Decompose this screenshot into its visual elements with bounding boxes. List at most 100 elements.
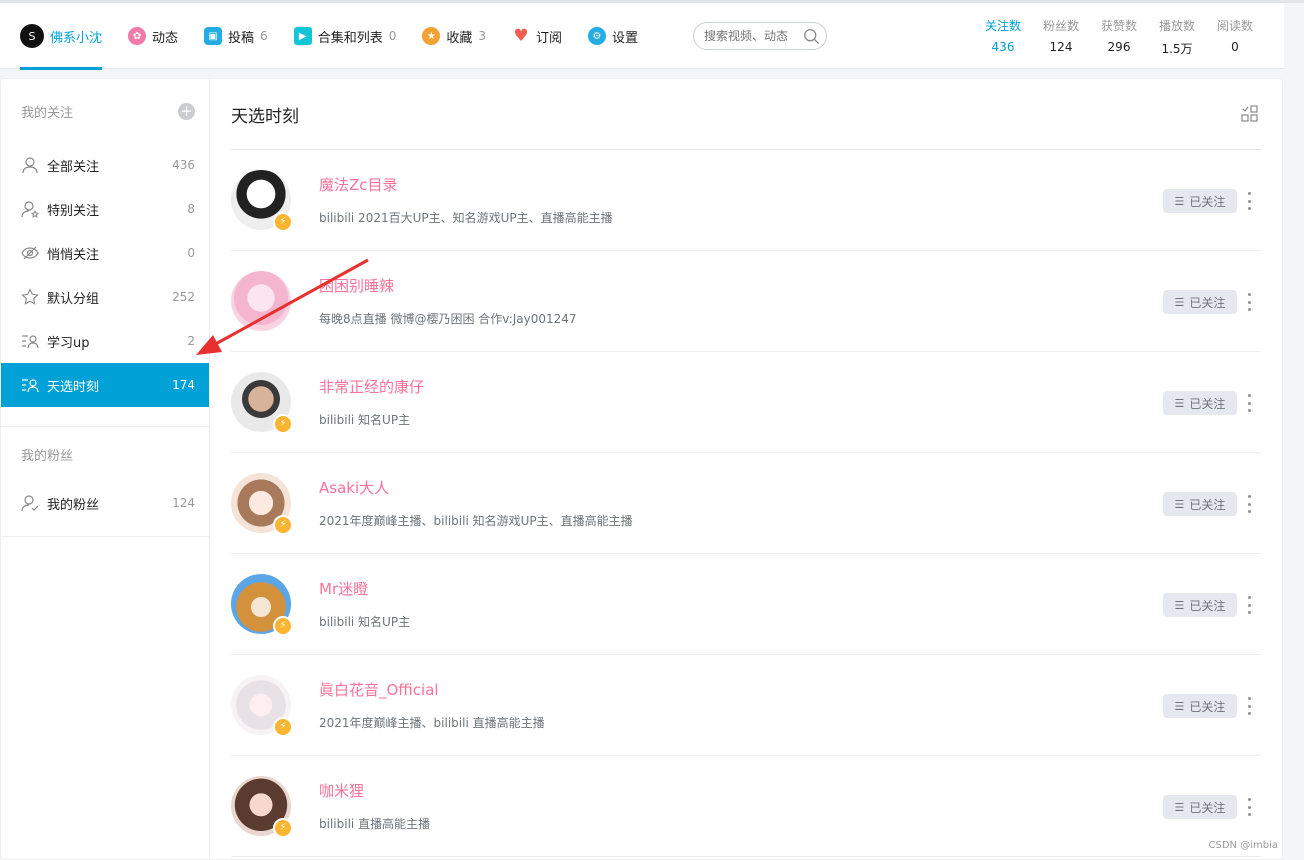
stat-following[interactable]: 关注数 436 <box>974 17 1032 57</box>
user-name-link[interactable]: 魔法Zc目录 <box>319 174 1261 195</box>
more-options-icon[interactable] <box>1245 192 1253 210</box>
sidebar-item-label: 特别关注 <box>47 203 100 219</box>
followed-button[interactable]: ☰ 已关注 <box>1163 795 1237 819</box>
avatar[interactable]: ⚡ <box>231 675 293 737</box>
followed-label: 已关注 <box>1189 598 1226 613</box>
nav-collections-count: 0 <box>388 29 397 43</box>
search-input[interactable] <box>704 29 800 43</box>
sidebar-item-count: 8 <box>187 202 195 216</box>
more-options-icon[interactable] <box>1245 495 1253 513</box>
followed-label: 已关注 <box>1189 194 1226 209</box>
fans-icon <box>21 495 39 512</box>
avatar[interactable]: ⚡ <box>231 372 293 434</box>
more-options-icon[interactable] <box>1245 394 1253 412</box>
grid-view-icon[interactable] <box>1241 105 1259 123</box>
followed-button[interactable]: ☰ 已关注 <box>1163 189 1237 213</box>
avatar[interactable]: ⚡ <box>231 170 293 232</box>
sidebar-item-lucky[interactable]: 天选时刻 174 <box>1 363 209 407</box>
sidebar-divider <box>1 407 209 427</box>
avatar[interactable]: ⚡ <box>231 473 293 535</box>
stat-label: 关注数 <box>984 19 1021 33</box>
sidebar-bottom-divider <box>1 536 210 537</box>
fans-section-header: 我的粉丝 <box>1 427 209 481</box>
sidebar-item-all[interactable]: 全部关注 436 <box>1 143 209 187</box>
more-options-icon[interactable] <box>1245 798 1253 816</box>
stat-value: 124 <box>1049 40 1073 54</box>
user-sign: 2021年度巅峰主播、bilibili 知名游戏UP主、直播高能主播 <box>319 514 633 528</box>
nav-uploads[interactable]: ▣ 投稿 6 <box>204 3 268 69</box>
nav-collections[interactable]: ▶ 合集和列表 0 <box>293 3 397 69</box>
sidebar-item-label: 默认分组 <box>47 291 100 307</box>
sidebar-item-label: 天选时刻 <box>47 379 100 395</box>
sidebar-item-secret[interactable]: 悄悄关注 0 <box>1 231 209 275</box>
search-box[interactable] <box>693 22 827 50</box>
user-sign: 每晚8点直播 微博@樱乃困困 合作v:Jay001247 <box>319 312 577 326</box>
followed-label: 已关注 <box>1189 497 1226 512</box>
play-list-icon: ▶ <box>293 27 312 45</box>
user-name-link[interactable]: Mr迷瞪 <box>319 578 1261 599</box>
more-options-icon[interactable] <box>1245 596 1253 614</box>
menu-lines-icon: ☰ <box>1174 800 1185 814</box>
followed-button[interactable]: ☰ 已关注 <box>1163 694 1237 718</box>
nav-tabs: S 佛系小沈 ✿ 动态 ▣ 投稿 6 ▶ 合集和列表 0 ★ 收藏 3 ♥ 订阅… <box>20 3 664 70</box>
watermark: CSDN @imbia <box>1208 840 1278 851</box>
followed-button[interactable]: ☰ 已关注 <box>1163 593 1237 617</box>
user-avatar: S <box>20 24 44 48</box>
user-icon <box>22 157 38 174</box>
followed-label: 已关注 <box>1189 699 1226 714</box>
sidebar-item-study[interactable]: 学习up 2 <box>1 319 209 363</box>
sidebar-item-fans[interactable]: 我的粉丝 124 <box>1 481 209 525</box>
followed-label: 已关注 <box>1189 396 1226 411</box>
nav-subscriptions[interactable]: ♥ 订阅 <box>512 3 562 69</box>
avatar[interactable]: ⚡ <box>231 776 293 838</box>
list-item: ⚡ 非常正经的康仔 bilibili 知名UP主 ☰ 已关注 <box>231 352 1261 453</box>
user-sign: bilibili 知名UP主 <box>319 413 411 427</box>
user-name-link[interactable]: 非常正经的康仔 <box>319 376 1261 397</box>
followed-button[interactable]: ☰ 已关注 <box>1163 492 1237 516</box>
user-name-link[interactable]: Asaki大人 <box>319 477 1261 498</box>
nav-dynamic[interactable]: ✿ 动态 <box>128 3 178 69</box>
following-title: 我的关注 <box>21 105 74 121</box>
list-item: ⚡ 咖米狸 bilibili 直播高能主播 ☰ 已关注 <box>231 756 1261 857</box>
nav-settings[interactable]: ⚙ 设置 <box>588 3 638 69</box>
sidebar-item-label: 我的粉丝 <box>47 497 100 513</box>
top-nav-bar: S 佛系小沈 ✿ 动态 ▣ 投稿 6 ▶ 合集和列表 0 ★ 收藏 3 ♥ 订阅… <box>0 3 1284 70</box>
user-name-link[interactable]: 眞白花音_Official <box>319 679 1261 700</box>
stat-label: 获赞数 <box>1100 19 1137 33</box>
lightning-badge-icon: ⚡ <box>273 616 293 636</box>
group-list-icon <box>22 335 39 349</box>
stat-fans[interactable]: 粉丝数 124 <box>1032 17 1090 57</box>
more-options-icon[interactable] <box>1245 697 1253 715</box>
eye-hidden-icon <box>21 246 39 260</box>
menu-lines-icon: ☰ <box>1174 295 1185 309</box>
nav-home[interactable]: S 佛系小沈 <box>20 3 103 70</box>
star-icon: ★ <box>422 27 441 45</box>
followed-label: 已关注 <box>1189 295 1226 310</box>
search-icon[interactable] <box>803 28 820 45</box>
add-group-icon[interactable]: + <box>178 102 195 120</box>
heart-icon: ♥ <box>513 26 529 46</box>
followed-button[interactable]: ☰ 已关注 <box>1163 290 1237 314</box>
group-list-icon <box>22 379 39 393</box>
sidebar-item-default[interactable]: 默认分组 252 <box>1 275 209 319</box>
avatar[interactable]: ⚡ <box>231 574 293 636</box>
avatar[interactable] <box>231 271 291 331</box>
followed-button[interactable]: ☰ 已关注 <box>1163 391 1237 415</box>
nav-uploads-count: 6 <box>260 29 268 43</box>
followed-label: 已关注 <box>1189 800 1226 815</box>
stat-value: 0 <box>1231 40 1239 54</box>
sidebar-item-special[interactable]: 特别关注 8 <box>1 187 209 231</box>
user-name: 佛系小沈 <box>50 30 103 46</box>
sidebar-item-count: 2 <box>187 334 195 348</box>
user-name-link[interactable]: 咖米狸 <box>319 780 1261 801</box>
stat-label: 播放数 <box>1158 19 1195 33</box>
user-name-link[interactable]: 困困别睡辣 <box>319 275 1261 296</box>
nav-collections-label: 合集和列表 <box>317 30 383 46</box>
user-sign: 2021年度巅峰主播、bilibili 直播高能主播 <box>319 716 545 730</box>
list-header: 天选时刻 <box>231 79 1261 150</box>
more-options-icon[interactable] <box>1245 293 1253 311</box>
follow-list-main: 天选时刻 ⚡ 魔法Zc目录 bilibili 2021百大UP主、知名游戏UP主… <box>231 79 1261 857</box>
stat-label: 阅读数 <box>1216 19 1253 33</box>
nav-favorites[interactable]: ★ 收藏 3 <box>422 3 486 69</box>
menu-lines-icon: ☰ <box>1174 396 1185 410</box>
